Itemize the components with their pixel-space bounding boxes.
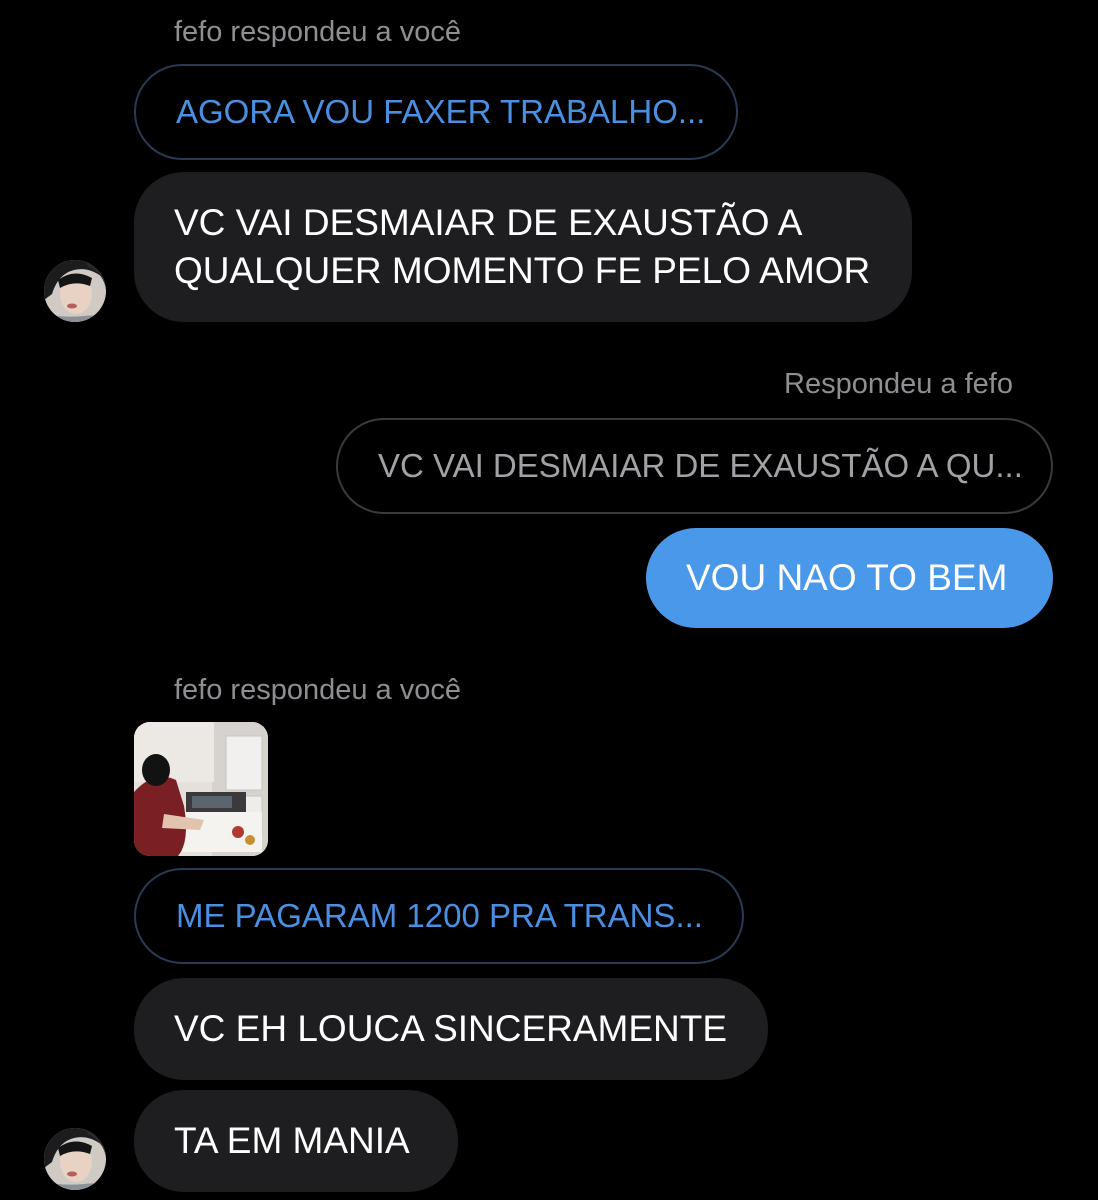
avatar-photo-icon bbox=[44, 260, 106, 322]
message-line-1a: VC VAI DESMAIAR DE EXAUSTÃO A bbox=[174, 202, 803, 243]
message-text-4: TA EM MANIA bbox=[174, 1120, 410, 1161]
message-text-3: VC EH LOUCA SINCERAMENTE bbox=[174, 1008, 728, 1049]
reply-label-1: fefo respondeu a você bbox=[174, 16, 461, 48]
story-thumbnail[interactable] bbox=[134, 722, 268, 856]
reply-label-2: Respondeu a fefo bbox=[784, 368, 1013, 400]
story-photo-icon bbox=[134, 722, 268, 856]
avatar-photo-icon bbox=[44, 1128, 106, 1190]
message-bubble-1[interactable]: VC VAI DESMAIAR DE EXAUSTÃO A QUALQUER M… bbox=[134, 172, 912, 322]
quoted-reply-2[interactable]: VC VAI DESMAIAR DE EXAUSTÃO A QU... bbox=[336, 418, 1053, 514]
contact-avatar[interactable] bbox=[44, 260, 106, 322]
message-bubble-4[interactable]: TA EM MANIA bbox=[134, 1090, 458, 1192]
message-bubble-3[interactable]: VC EH LOUCA SINCERAMENTE bbox=[134, 978, 768, 1080]
contact-avatar-2[interactable] bbox=[44, 1128, 106, 1190]
quoted-reply-text-1: AGORA VOU FAXER TRABALHO... bbox=[176, 93, 706, 130]
message-text-2: VOU NAO TO BEM bbox=[686, 557, 1008, 598]
quoted-reply-3[interactable]: ME PAGARAM 1200 PRA TRANS... bbox=[134, 868, 744, 964]
quoted-reply-1[interactable]: AGORA VOU FAXER TRABALHO... bbox=[134, 64, 738, 160]
quoted-reply-text-3: ME PAGARAM 1200 PRA TRANS... bbox=[176, 897, 703, 934]
reply-label-3: fefo respondeu a você bbox=[174, 674, 461, 706]
message-bubble-2[interactable]: VOU NAO TO BEM bbox=[646, 528, 1053, 628]
quoted-reply-text-2: VC VAI DESMAIAR DE EXAUSTÃO A QU... bbox=[378, 447, 1023, 484]
message-line-1b: QUALQUER MOMENTO FE PELO AMOR bbox=[174, 250, 871, 291]
